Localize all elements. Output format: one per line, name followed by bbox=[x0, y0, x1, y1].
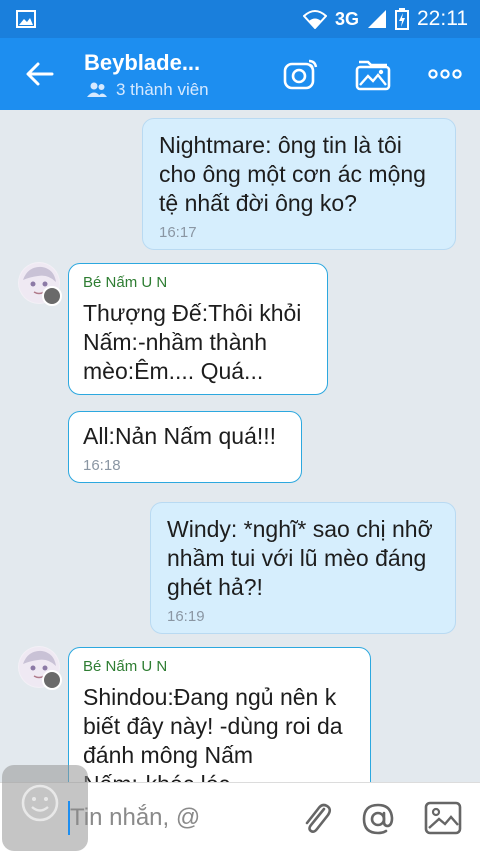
sender-name[interactable]: Bé Nấm U N bbox=[83, 274, 313, 291]
outgoing-message[interactable]: Windy: *nghĩ* sao chị nhỡ nhầm tui với l… bbox=[150, 502, 456, 634]
network-type: 3G bbox=[334, 8, 359, 29]
avatar[interactable] bbox=[18, 646, 62, 690]
paperclip-icon[interactable] bbox=[300, 801, 334, 837]
signal-icon bbox=[368, 10, 386, 28]
member-count[interactable]: 3 thành viên bbox=[86, 80, 209, 100]
incoming-message[interactable]: Bé Nấm U N Thượng Đế:Thôi khỏi Nấm:-nhầm… bbox=[68, 263, 328, 395]
key-badge-icon bbox=[42, 670, 62, 690]
status-bar: 3G 22:11 bbox=[0, 0, 480, 38]
more-options-icon[interactable] bbox=[428, 68, 462, 80]
message-composer bbox=[0, 765, 480, 854]
message-time: 16:17 bbox=[159, 224, 197, 241]
message-text: Shindou:Đang ngủ nên k biết đây này! -dù… bbox=[83, 684, 343, 782]
message-time: 16:19 bbox=[167, 608, 205, 625]
mention-icon[interactable] bbox=[360, 801, 396, 837]
incoming-message[interactable]: Bé Nấm U N Shindou:Đang ngủ nên k biết đ… bbox=[68, 647, 371, 782]
outgoing-message[interactable]: Nightmare: ông tin là tôi cho ông một cơ… bbox=[142, 118, 456, 250]
members-icon bbox=[87, 82, 107, 97]
wifi-hotspot-icon bbox=[302, 10, 327, 29]
message-text: Thượng Đế:Thôi khỏi Nấm:-nhầm thành mèo:… bbox=[83, 300, 302, 384]
photo-album-icon[interactable] bbox=[354, 58, 392, 92]
battery-icon bbox=[395, 8, 409, 30]
gallery-notification-icon bbox=[16, 10, 36, 28]
message-input[interactable] bbox=[70, 799, 270, 837]
avatar[interactable] bbox=[18, 262, 62, 306]
image-gallery-icon[interactable] bbox=[424, 801, 462, 835]
key-badge-icon bbox=[42, 286, 62, 306]
message-text: All:Nản Nấm quá!!! bbox=[83, 423, 277, 449]
incoming-message[interactable]: All:Nản Nấm quá!!! 16:18 bbox=[68, 411, 302, 483]
message-text: Windy: *nghĩ* sao chị nhỡ nhầm tui với l… bbox=[167, 516, 433, 600]
message-time: 16:18 bbox=[83, 457, 121, 474]
chat-messages[interactable]: Nightmare: ông tin là tôi cho ông một cơ… bbox=[0, 110, 480, 782]
sender-name[interactable]: Bé Nấm U N bbox=[83, 658, 356, 675]
group-title[interactable]: Beyblade... bbox=[84, 50, 200, 76]
back-arrow-icon[interactable] bbox=[22, 56, 58, 92]
clock: 22:11 bbox=[417, 7, 468, 30]
member-count-label: 3 thành viên bbox=[116, 80, 209, 99]
smiley-icon bbox=[21, 784, 59, 822]
camera-stream-icon[interactable] bbox=[282, 58, 320, 92]
app-bar: Beyblade... 3 thành viên bbox=[0, 38, 480, 110]
message-text: Nightmare: ông tin là tôi cho ông một cơ… bbox=[159, 132, 426, 216]
